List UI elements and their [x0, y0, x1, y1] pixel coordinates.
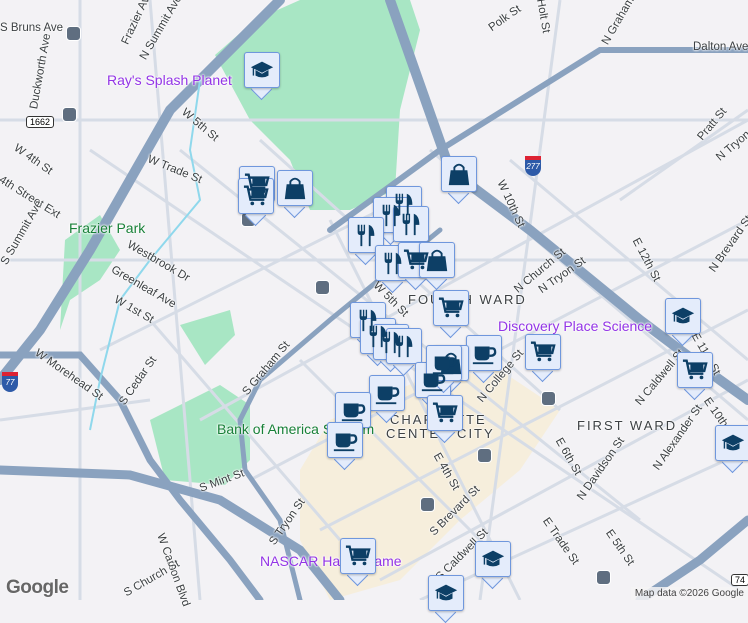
transit-station-icon[interactable] — [596, 570, 611, 585]
marker-box — [335, 392, 371, 428]
poi-discovery-place[interactable]: Discovery Place Science — [498, 318, 652, 334]
transit-station-icon[interactable] — [62, 107, 77, 122]
shopping-cart-icon — [438, 297, 464, 318]
shopping-bag-icon — [284, 177, 306, 200]
graduation-cap-marker[interactable] — [665, 298, 701, 347]
poi-splash-planet[interactable]: Ray's Splash Planet — [107, 72, 232, 88]
shopping-cart-marker[interactable] — [677, 352, 713, 401]
marker-box — [466, 335, 502, 371]
field-area — [180, 310, 235, 365]
shopping-bag-marker[interactable] — [441, 156, 477, 205]
restaurant-icon — [357, 224, 375, 247]
transit-station-icon[interactable] — [477, 448, 492, 463]
shopping-cart-marker[interactable] — [238, 178, 274, 227]
i277-shield: 277 — [525, 156, 541, 176]
marker-box — [419, 242, 455, 278]
marker-box — [677, 352, 713, 388]
street-label: Dalton Ave — [693, 41, 748, 53]
marker-box — [441, 156, 477, 192]
marker-box — [393, 206, 429, 242]
transit-station-icon[interactable] — [420, 497, 435, 512]
shopping-cart-icon — [432, 402, 458, 423]
poi-frazier-park[interactable]: Frazier Park — [69, 220, 145, 236]
marker-box — [475, 541, 511, 577]
shopping-bag-icon — [426, 249, 448, 272]
shopping-cart-marker[interactable] — [340, 538, 376, 587]
district-first-ward: FIRST WARD — [577, 418, 678, 433]
shopping-cart-icon — [530, 341, 556, 362]
shopping-bag-icon — [448, 163, 470, 186]
marker-box — [428, 575, 464, 611]
coffee-icon — [432, 356, 457, 375]
marker-box — [715, 425, 748, 461]
graduation-cap-marker[interactable] — [428, 575, 464, 623]
marker-box — [340, 538, 376, 574]
graduation-cap-marker[interactable] — [244, 52, 280, 101]
route-1662-shield: 1662 — [26, 116, 55, 128]
marker-box — [433, 290, 469, 326]
poi-nascar-hall[interactable]: NASCAR Hall of Fame — [260, 553, 402, 569]
street-label: S Bruns Ave — [0, 22, 64, 34]
graduation-cap-icon — [250, 61, 274, 78]
shopping-cart-marker[interactable] — [433, 290, 469, 339]
marker-box — [426, 345, 462, 381]
shopping-bag-marker[interactable] — [419, 242, 455, 291]
restaurant-icon — [402, 213, 420, 236]
map-attribution[interactable]: Map data ©2026 Google — [630, 587, 748, 600]
marker-box — [277, 170, 313, 206]
marker-box — [238, 178, 274, 214]
marker-box — [525, 334, 561, 370]
graduation-cap-icon — [434, 584, 458, 601]
i77-shield: 77 — [2, 372, 18, 392]
graduation-cap-icon — [481, 550, 505, 567]
transit-station-icon[interactable] — [66, 26, 81, 41]
shopping-cart-icon — [682, 359, 708, 380]
marker-box — [386, 328, 422, 364]
marker-box — [665, 298, 701, 334]
coffee-icon — [472, 346, 497, 365]
graduation-cap-marker[interactable] — [475, 541, 511, 590]
marker-box — [348, 217, 384, 253]
transit-station-icon[interactable] — [541, 391, 556, 406]
marker-box — [327, 422, 363, 458]
marker-box — [427, 395, 463, 431]
transit-station-icon[interactable] — [315, 280, 330, 295]
coffee-marker[interactable] — [466, 335, 502, 384]
restaurant-icon — [395, 335, 413, 358]
coffee-marker[interactable] — [369, 375, 405, 424]
coffee-icon — [341, 403, 366, 422]
coffee-icon — [375, 386, 400, 405]
graduation-cap-icon — [671, 307, 695, 324]
shopping-cart-icon — [243, 185, 269, 206]
shopping-cart-marker[interactable] — [525, 334, 561, 383]
coffee-icon — [333, 433, 358, 452]
google-logo[interactable]: Google — [6, 577, 69, 599]
shopping-cart-marker[interactable] — [427, 395, 463, 444]
graduation-cap-marker[interactable] — [715, 425, 748, 474]
coffee-marker[interactable] — [327, 422, 363, 471]
shopping-bag-marker[interactable] — [277, 170, 313, 219]
map-canvas[interactable] — [0, 0, 748, 600]
shopping-cart-icon — [345, 545, 371, 566]
marker-box — [244, 52, 280, 88]
us74-shield: 74 — [731, 574, 748, 586]
graduation-cap-icon — [721, 434, 745, 451]
marker-box — [369, 375, 405, 411]
